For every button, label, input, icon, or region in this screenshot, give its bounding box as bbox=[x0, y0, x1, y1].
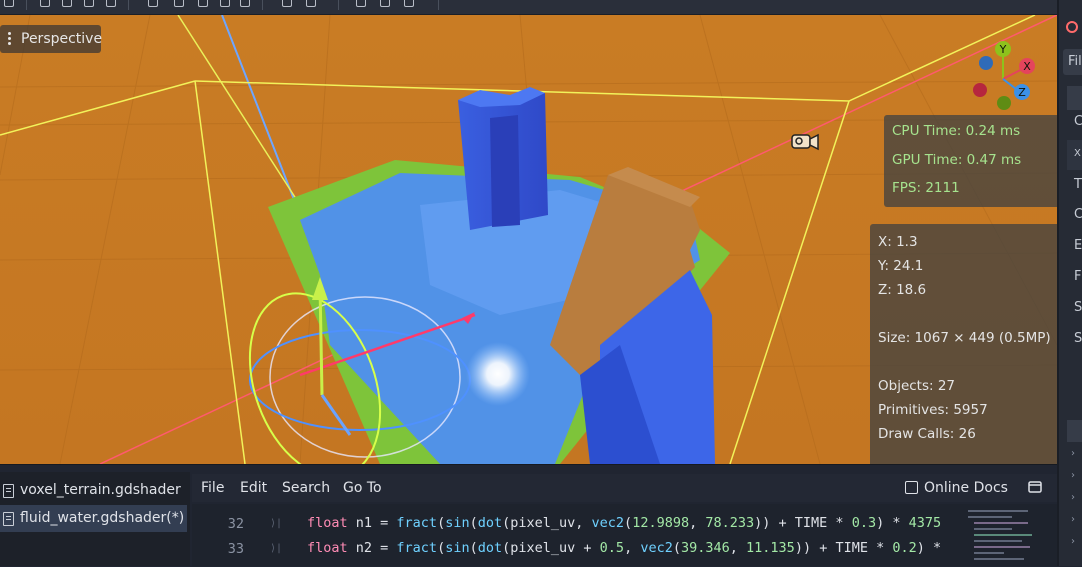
camera-x: X: 1.3 bbox=[878, 234, 918, 250]
inspector-row-label: F bbox=[1074, 269, 1082, 284]
info-panel: X: 1.3 Y: 24.1 Z: 18.6 Size: 1067 × 449 … bbox=[870, 224, 1057, 464]
file-name: voxel_terrain.gdshader bbox=[20, 482, 181, 498]
toolbar-separator bbox=[262, 0, 263, 10]
editor-toolbar bbox=[0, 0, 1082, 15]
kebab-menu-icon[interactable] bbox=[8, 32, 11, 47]
inspector-header bbox=[1067, 86, 1082, 110]
camera-z: Z: 18.6 bbox=[878, 282, 927, 298]
omni-light-glow bbox=[466, 342, 530, 406]
objects-count: Objects: 27 bbox=[878, 378, 956, 394]
chevron-right-icon[interactable]: › bbox=[1071, 448, 1075, 459]
orientation-gizmo[interactable]: Y X Z bbox=[968, 37, 1038, 117]
gizmo-neg-y-handle[interactable] bbox=[997, 96, 1011, 110]
file-name: fluid_water.gdshader(*) bbox=[20, 510, 185, 526]
inspector-row-label: T bbox=[1074, 177, 1082, 192]
cpu-time: CPU Time: 0.24 ms bbox=[892, 123, 1021, 139]
menu-edit[interactable]: Edit bbox=[240, 474, 267, 502]
inspector-row-label: E bbox=[1074, 238, 1082, 253]
draw-calls-count: Draw Calls: 26 bbox=[878, 426, 976, 442]
gizmo-x-label: X bbox=[1023, 60, 1031, 73]
external-link-icon bbox=[905, 481, 918, 494]
code-line-33[interactable]: float n2 = fract(sin(dot(pixel_uv + 0.5,… bbox=[307, 540, 941, 556]
toolbar-separator bbox=[438, 0, 439, 10]
environment-icon[interactable] bbox=[356, 0, 366, 7]
rotate-tool-icon[interactable] bbox=[84, 0, 94, 7]
menu-search[interactable]: Search bbox=[282, 474, 330, 502]
line-number: 33 bbox=[227, 541, 244, 557]
chevron-right-icon[interactable]: › bbox=[1071, 492, 1075, 503]
water-pillar-shade bbox=[490, 115, 520, 227]
gpu-time: GPU Time: 0.47 ms bbox=[892, 152, 1022, 168]
camera-y: Y: 24.1 bbox=[878, 258, 924, 274]
line-number: 32 bbox=[227, 516, 244, 532]
sun-icon[interactable] bbox=[240, 0, 250, 7]
inspector-row-label: C bbox=[1074, 114, 1082, 129]
record-icon[interactable] bbox=[1065, 20, 1079, 34]
code-editor[interactable]: 32 ⟩| float n1 = fract(sin(dot(pixel_uv,… bbox=[192, 504, 1057, 566]
filter-input[interactable]: Fil bbox=[1063, 49, 1082, 75]
snap-icon[interactable] bbox=[174, 0, 184, 7]
file-item-voxel-terrain[interactable]: voxel_terrain.gdshader bbox=[0, 477, 187, 504]
scale-tool-icon[interactable] bbox=[106, 0, 116, 7]
menu-go-to[interactable]: Go To bbox=[343, 474, 382, 502]
local-space-icon[interactable] bbox=[148, 0, 158, 7]
shader-file-list: voxel_terrain.gdshader fluid_water.gdsha… bbox=[0, 472, 190, 566]
viewport-size: Size: 1067 × 449 (0.5MP) bbox=[878, 330, 1051, 346]
fold-arrow-icon[interactable]: ⟩| bbox=[270, 543, 282, 554]
options-icon[interactable] bbox=[404, 0, 414, 7]
code-line-32[interactable]: float n1 = fract(sin(dot(pixel_uv, vec2(… bbox=[307, 515, 941, 531]
grid-icon[interactable] bbox=[220, 0, 230, 7]
gizmo-neg-x-handle[interactable] bbox=[973, 83, 987, 97]
3d-viewport[interactable]: Perspective Y X Z CPU Time: 0.24 ms GPU … bbox=[0, 15, 1057, 464]
gizmo-neg-z-handle[interactable] bbox=[979, 56, 993, 70]
code-minimap[interactable] bbox=[968, 508, 1038, 566]
menu-file[interactable]: File bbox=[201, 474, 224, 502]
perspective-menu[interactable]: Perspective bbox=[0, 25, 103, 53]
chevron-right-icon[interactable]: › bbox=[1071, 470, 1075, 481]
toolbar-separator bbox=[26, 0, 27, 10]
online-docs-label: Online Docs bbox=[924, 480, 1008, 496]
file-icon bbox=[3, 512, 14, 526]
view-mode-label: Perspective bbox=[21, 31, 103, 47]
file-item-fluid-water[interactable]: fluid_water.gdshader(*) bbox=[0, 505, 187, 532]
inspector-row-label: S bbox=[1074, 331, 1082, 346]
inspector-row-label: S bbox=[1074, 300, 1082, 315]
camera-icon[interactable] bbox=[198, 0, 208, 7]
gizmo-y-label: Y bbox=[999, 43, 1007, 56]
performance-panel: CPU Time: 0.24 ms GPU Time: 0.47 ms FPS:… bbox=[884, 115, 1057, 207]
inspector-row-label: C bbox=[1074, 207, 1082, 222]
inspector-row-label: X bbox=[1074, 148, 1081, 159]
toolbar-separator bbox=[338, 0, 339, 10]
tool-icon[interactable] bbox=[4, 0, 14, 7]
gizmo-z-label: Z bbox=[1018, 86, 1026, 99]
toggle-panel-icon[interactable] bbox=[1028, 481, 1042, 493]
inspector-dock: Fil C X T C E F S S › › › › › bbox=[1057, 0, 1082, 566]
fold-arrow-icon[interactable]: ⟩| bbox=[270, 518, 282, 529]
filter-input-text: Fil bbox=[1068, 54, 1082, 69]
file-icon bbox=[3, 484, 14, 498]
inspector-section[interactable] bbox=[1067, 420, 1082, 442]
move-tool-icon[interactable] bbox=[62, 0, 72, 7]
fps-counter: FPS: 2111 bbox=[892, 180, 960, 196]
select-tool-icon[interactable] bbox=[40, 0, 50, 7]
camera-node-icon bbox=[791, 133, 819, 151]
chevron-right-icon[interactable]: › bbox=[1071, 536, 1075, 547]
toolbar-separator bbox=[128, 0, 129, 10]
transform-icon[interactable] bbox=[282, 0, 292, 7]
primitives-count: Primitives: 5957 bbox=[878, 402, 988, 418]
preview-icon[interactable] bbox=[380, 0, 390, 7]
view-icon[interactable] bbox=[306, 0, 316, 7]
editor-menubar: File Edit Search Go To Online Docs bbox=[192, 474, 1057, 502]
chevron-right-icon[interactable]: › bbox=[1071, 514, 1075, 525]
